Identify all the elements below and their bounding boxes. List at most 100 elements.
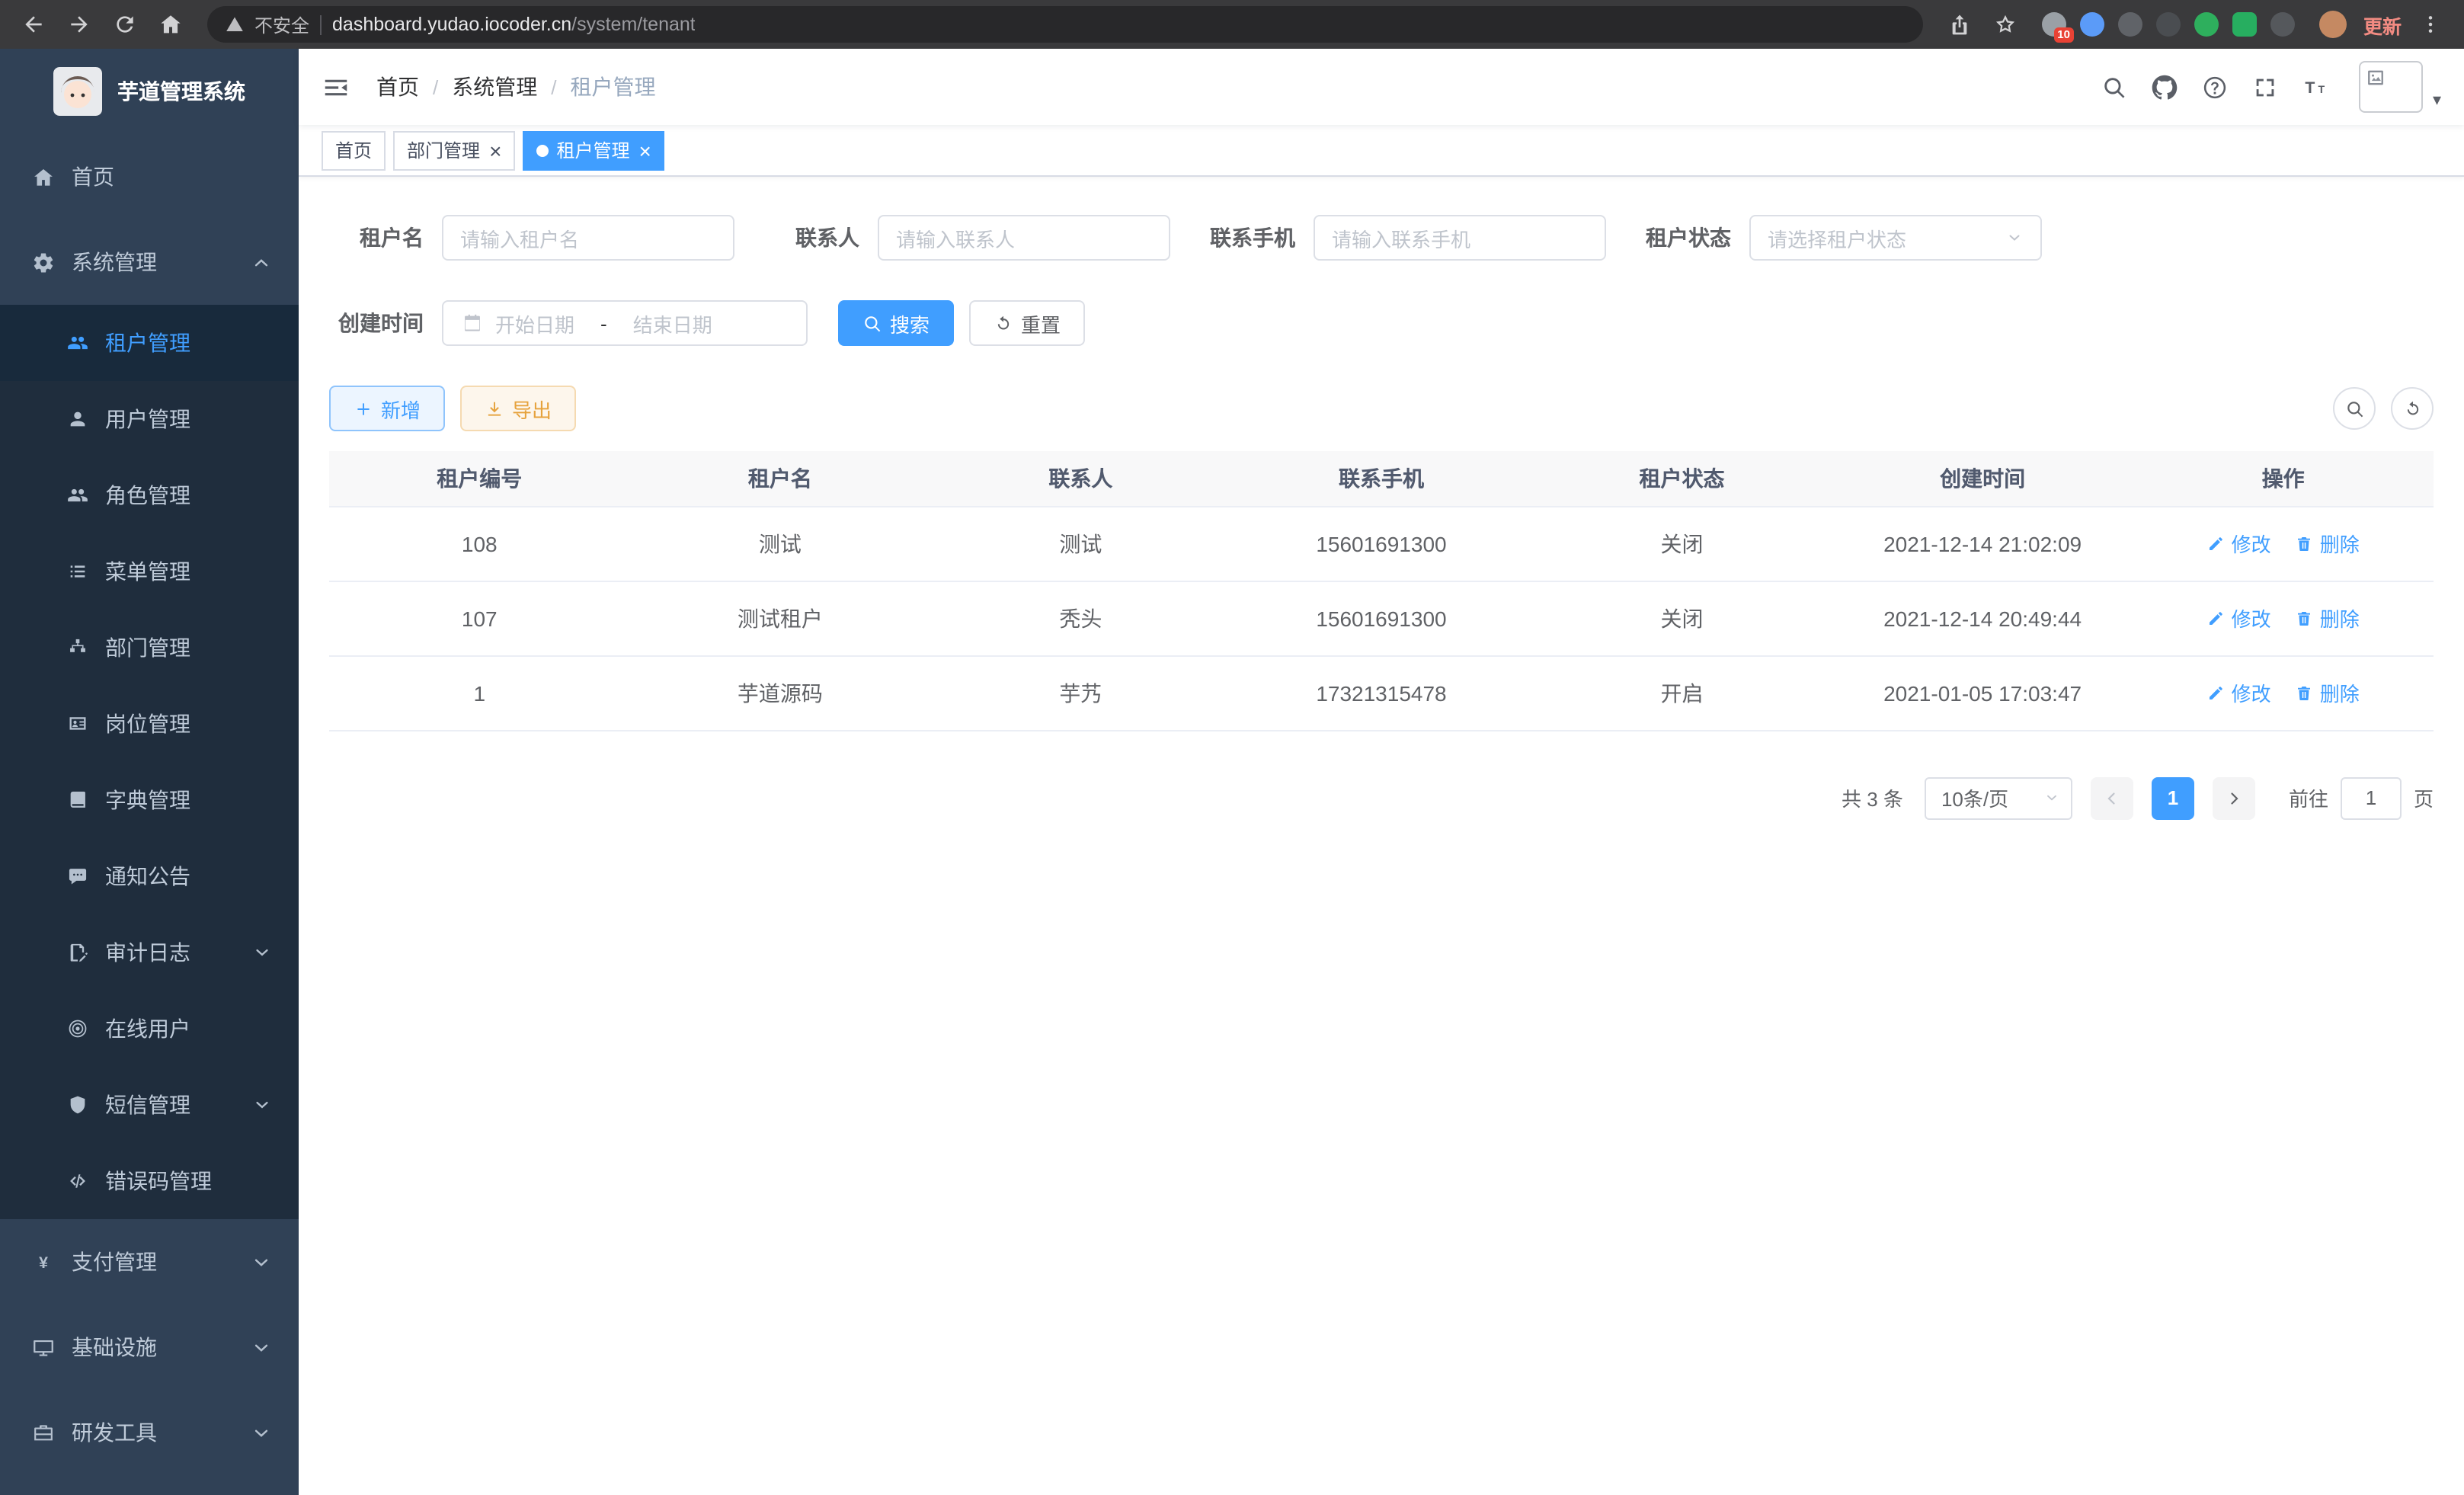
delete-button[interactable]: 删除 xyxy=(2296,678,2360,707)
cell-status: 关闭 xyxy=(1531,581,1832,655)
sidebar-item-6[interactable]: 部门管理 xyxy=(0,610,299,686)
phone-input[interactable]: 请输入联系手机 xyxy=(1314,215,1606,261)
font-size-icon[interactable]: TT xyxy=(2303,74,2329,100)
extension-icon[interactable] xyxy=(2194,12,2219,37)
browser-reload-icon[interactable] xyxy=(104,5,146,44)
create-time-label: 创建时间 xyxy=(329,308,424,338)
sidebar-item-1[interactable]: 系统管理 xyxy=(0,219,299,305)
sidebar-item-label: 部门管理 xyxy=(105,632,190,663)
tenant-name-input[interactable]: 请输入租户名 xyxy=(442,215,734,261)
browser-home-icon[interactable] xyxy=(149,5,192,44)
user-avatar-dropdown[interactable]: ▾ xyxy=(2360,61,2441,113)
extension-icon[interactable] xyxy=(2270,12,2295,37)
sidebar-item-9[interactable]: 通知公告 xyxy=(0,838,299,914)
next-page-button[interactable] xyxy=(2213,776,2255,819)
breadcrumb-home[interactable]: 首页 xyxy=(376,72,419,102)
tab-close-icon[interactable]: × xyxy=(638,139,651,161)
current-page-button[interactable]: 1 xyxy=(2152,776,2194,819)
code-icon xyxy=(67,1170,88,1192)
tab-2[interactable]: 租户管理 × xyxy=(523,130,664,170)
page-unit-label: 页 xyxy=(2414,783,2434,812)
extension-icon[interactable] xyxy=(2232,12,2257,37)
breadcrumb-system[interactable]: 系统管理 xyxy=(452,72,537,102)
address-bar[interactable]: 不安全 dashboard.yudao.iocoder.cn/system/te… xyxy=(207,6,1923,43)
extension-icon[interactable]: 10 xyxy=(2042,12,2066,37)
navbar: 首页 / 系统管理 / 租户管理 TT ▾ xyxy=(299,49,2464,125)
sidebar-item-3[interactable]: 用户管理 xyxy=(0,381,299,457)
browser-forward-icon[interactable] xyxy=(58,5,101,44)
sidebar-item-11[interactable]: 在线用户 xyxy=(0,991,299,1067)
refresh-table-button[interactable] xyxy=(2391,387,2434,430)
search-button[interactable]: 搜索 xyxy=(838,300,954,346)
delete-label: 删除 xyxy=(2320,529,2360,558)
breadcrumb-separator: / xyxy=(433,75,438,98)
bookmark-star-icon[interactable] xyxy=(1984,5,2027,44)
browser-update-button[interactable]: 更新 xyxy=(2363,10,2402,39)
share-icon[interactable] xyxy=(1938,5,1981,44)
page-size-select[interactable]: 10条/页 xyxy=(1925,776,2072,819)
help-docs-icon[interactable] xyxy=(2203,74,2229,100)
sidebar-item-5[interactable]: 菜单管理 xyxy=(0,533,299,610)
sidebar-item-label: 研发工具 xyxy=(72,1417,157,1448)
sidebar-item-label: 通知公告 xyxy=(105,861,190,892)
extension-icon[interactable] xyxy=(2118,12,2142,37)
app-logo[interactable]: 芋道管理系统 xyxy=(0,49,299,134)
reset-button[interactable]: 重置 xyxy=(969,300,1085,346)
export-button[interactable]: 导出 xyxy=(460,386,576,431)
toggle-search-button[interactable] xyxy=(2333,387,2376,430)
tab-label: 租户管理 xyxy=(556,137,629,163)
tab-1[interactable]: 部门管理× xyxy=(393,130,515,170)
sidebar-item-2[interactable]: 租户管理 xyxy=(0,305,299,381)
phone-label: 联系手机 xyxy=(1201,222,1295,253)
extension-icon[interactable] xyxy=(2156,12,2181,37)
extension-icon[interactable] xyxy=(2080,12,2104,37)
cell-status: 开启 xyxy=(1531,655,1832,730)
trash-icon xyxy=(2296,683,2314,702)
tab-0[interactable]: 首页 xyxy=(322,130,386,170)
prev-page-button[interactable] xyxy=(2091,776,2133,819)
tab-close-icon[interactable]: × xyxy=(489,139,501,161)
sidebar-item-label: 在线用户 xyxy=(105,1013,190,1044)
sidebar-item-15[interactable]: 基础设施 xyxy=(0,1305,299,1390)
edit-button[interactable]: 修改 xyxy=(2207,529,2271,558)
header-search-icon[interactable] xyxy=(2102,74,2128,100)
menu-fold-icon[interactable] xyxy=(322,72,350,101)
sidebar-item-16[interactable]: 研发工具 xyxy=(0,1390,299,1475)
edit-button[interactable]: 修改 xyxy=(2207,603,2271,632)
add-button[interactable]: 新增 xyxy=(329,386,445,431)
sidebar-item-7[interactable]: 岗位管理 xyxy=(0,686,299,762)
status-select[interactable]: 请选择租户状态 xyxy=(1749,215,2042,261)
date-separator: - xyxy=(600,312,607,335)
phone-field: 联系手机 请输入联系手机 xyxy=(1201,215,1606,261)
filter-row-2: 创建时间 开始日期 - 结束日期 搜索 重置 xyxy=(329,300,2434,346)
delete-button[interactable]: 删除 xyxy=(2296,603,2360,632)
sidebar-item-8[interactable]: 字典管理 xyxy=(0,762,299,838)
contact-input[interactable]: 请输入联系人 xyxy=(878,215,1170,261)
github-icon[interactable] xyxy=(2152,74,2178,100)
browser-back-icon[interactable] xyxy=(12,5,55,44)
edit-icon xyxy=(2207,683,2226,702)
menu-list-icon xyxy=(67,561,88,582)
end-date-placeholder: 结束日期 xyxy=(633,309,712,338)
sidebar-item-4[interactable]: 角色管理 xyxy=(0,457,299,533)
browser-menu-icon[interactable] xyxy=(2409,5,2452,44)
delete-button[interactable]: 删除 xyxy=(2296,529,2360,558)
url-path: /system/tenant xyxy=(571,14,696,35)
sidebar-item-label: 审计日志 xyxy=(105,937,190,968)
fullscreen-icon[interactable] xyxy=(2253,74,2279,100)
sidebar-item-0[interactable]: 首页 xyxy=(0,134,299,219)
sidebar-item-13[interactable]: 错误码管理 xyxy=(0,1143,299,1219)
tenant-name-placeholder: 请输入租户名 xyxy=(460,223,579,252)
infra-icon xyxy=(32,1336,55,1359)
home-icon xyxy=(32,165,55,188)
browser-profile-avatar[interactable] xyxy=(2319,11,2347,38)
date-range-picker[interactable]: 开始日期 - 结束日期 xyxy=(442,300,808,346)
sidebar-item-10[interactable]: 审计日志 xyxy=(0,914,299,991)
goto-page-input[interactable]: 1 xyxy=(2341,776,2402,819)
url-domain: dashboard.yudao.iocoder.cn xyxy=(332,14,571,35)
sidebar-item-14[interactable]: ¥支付管理 xyxy=(0,1219,299,1305)
edit-button[interactable]: 修改 xyxy=(2207,678,2271,707)
insecure-warning-icon[interactable] xyxy=(226,15,244,34)
sidebar-item-12[interactable]: 短信管理 xyxy=(0,1067,299,1143)
edit-label: 修改 xyxy=(2232,678,2271,707)
